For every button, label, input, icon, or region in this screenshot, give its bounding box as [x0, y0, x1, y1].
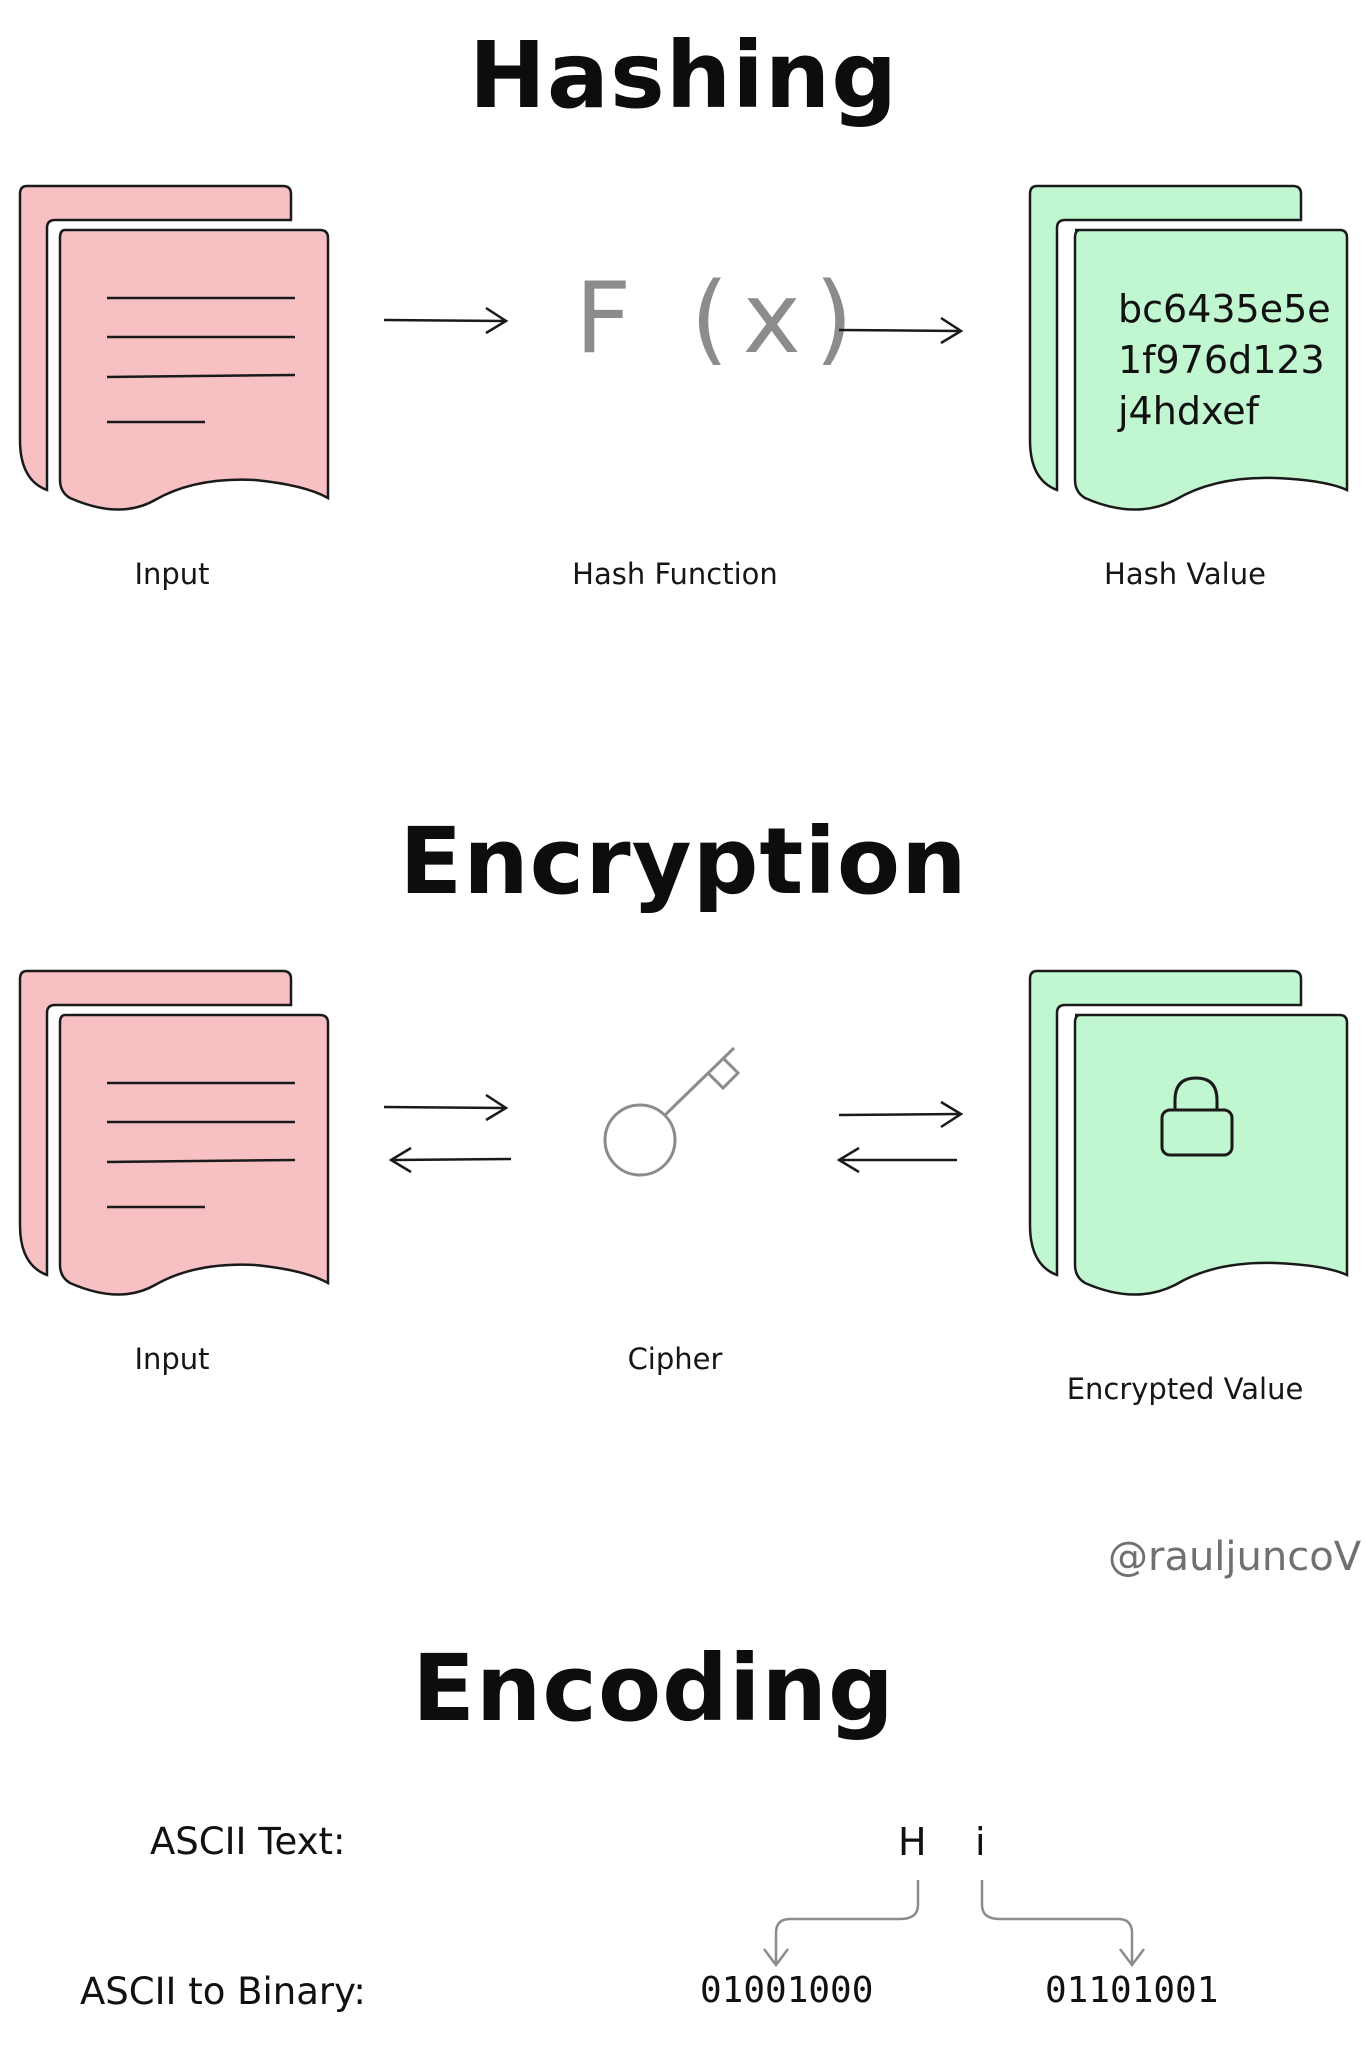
input-document-icon	[18, 184, 330, 511]
lock-icon	[1160, 1076, 1234, 1157]
encryption-input-label: Input	[134, 1342, 210, 1376]
author-watermark: @rauljuncoV	[1108, 1534, 1362, 1580]
ascii-char-i: i	[975, 1820, 986, 1864]
hashing-title: Hashing	[468, 22, 899, 129]
hash-value-text: bc6435e5e 1f976d123 j4hdxef	[1118, 284, 1331, 437]
arrow-right-icon	[838, 1100, 964, 1129]
ascii-binary-label: ASCII to Binary:	[80, 1970, 366, 2013]
ascii-char-h: H	[898, 1820, 927, 1864]
hash-value-label: Hash Value	[1104, 557, 1266, 591]
arrow-left-icon	[388, 1146, 512, 1174]
encoding-title: Encoding	[412, 1635, 895, 1742]
hash-function-label: Hash Function	[572, 557, 778, 591]
arrow-down-icon	[774, 1880, 920, 1963]
encoding-arrows	[763, 1880, 1145, 1968]
ascii-text-label: ASCII Text:	[150, 1820, 346, 1863]
hash-line: bc6435e5e	[1118, 287, 1331, 331]
hashing-input-label: Input	[134, 557, 210, 591]
hash-line: j4hdxef	[1118, 389, 1260, 433]
encryption-title: Encryption	[399, 808, 968, 915]
arrow-down-icon	[980, 1880, 1134, 1963]
arrow-left-icon	[836, 1146, 957, 1174]
encrypted-value-label: Encrypted Value	[1066, 1372, 1304, 1406]
key-icon	[603, 1046, 741, 1177]
binary-i: 01101001	[1045, 1970, 1219, 2011]
hash-function-icon: F (x)	[575, 262, 867, 376]
arrow-right-icon	[838, 316, 964, 345]
cipher-label: Cipher	[627, 1342, 723, 1376]
input-document-icon	[18, 969, 330, 1296]
binary-h: 01001000	[700, 1970, 874, 2011]
arrow-right-icon	[383, 306, 509, 335]
hash-line: 1f976d123	[1118, 338, 1325, 382]
